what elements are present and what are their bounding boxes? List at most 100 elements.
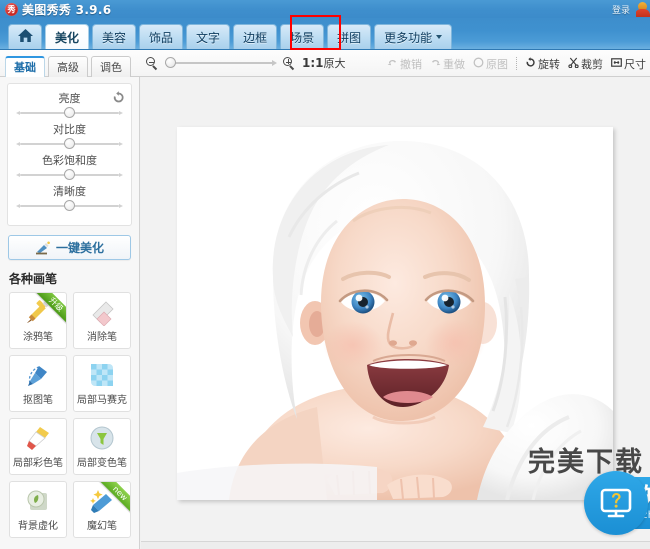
brush-background-blur[interactable]: 背景虚化 <box>9 481 67 538</box>
subtab-label: 高级 <box>57 60 79 74</box>
cutout-pen-icon <box>24 361 52 389</box>
subtab-basic[interactable]: 基础 <box>5 55 45 77</box>
crop-label: 裁剪 <box>581 57 603 71</box>
brush-label: 魔幻笔 <box>87 521 117 532</box>
brush-label: 局部彩色笔 <box>13 458 63 469</box>
slider-handle[interactable] <box>64 107 75 118</box>
original-label: 原图 <box>486 57 508 71</box>
watermark-circle <box>584 471 648 535</box>
rotate-icon <box>525 57 536 70</box>
brush-mosaic[interactable]: 局部马赛克 <box>73 355 131 412</box>
slider-handle[interactable] <box>64 169 75 180</box>
toolbar-separator <box>516 57 517 70</box>
tab-label: 饰品 <box>149 30 174 45</box>
undo-arrow-icon <box>387 57 398 70</box>
tab-frame[interactable]: 边框 <box>233 24 278 49</box>
sub-tab-group: 基础 高级 调色 <box>0 50 134 77</box>
subtab-color-adjust[interactable]: 调色 <box>91 55 131 77</box>
paintbrush-icon <box>24 298 52 326</box>
adjust-slider-card: 亮度 对比度 色彩饱和度 清晰度 <box>7 83 132 226</box>
edit-tool-buttons: 撤销 重做 原图 旋转 裁剪 尺寸 <box>379 50 646 77</box>
tab-text[interactable]: 文字 <box>186 24 231 49</box>
user-avatar-icon[interactable] <box>636 1 650 17</box>
zoom-slider[interactable] <box>165 57 277 69</box>
brightness-slider[interactable] <box>16 107 123 119</box>
brush-label: 局部马赛克 <box>77 395 127 406</box>
brush-label: 背景虚化 <box>18 521 58 532</box>
scissors-icon <box>568 57 579 70</box>
resize-button[interactable]: 尺寸 <box>611 56 646 72</box>
slider-label: 亮度 <box>58 92 81 105</box>
sharpness-slider[interactable] <box>16 200 123 212</box>
undo-label: 撤销 <box>400 57 422 71</box>
crop-button[interactable]: 裁剪 <box>568 56 603 72</box>
redo-label: 重做 <box>443 57 465 71</box>
tab-home[interactable] <box>8 24 42 49</box>
brush-grid: 涂鸦笔 升级 消除笔 抠图笔 局部马赛克 局部彩色笔 局部变色笔 背景虚化 魔幻… <box>0 292 139 538</box>
brush-local-hue[interactable]: 局部变色笔 <box>73 418 131 475</box>
brush-section-title: 各种画笔 <box>9 272 58 286</box>
zoom-out-icon[interactable] <box>146 56 159 70</box>
subtab-label: 基础 <box>14 61 36 74</box>
redo-arrow-icon <box>430 57 441 70</box>
brush-label: 抠图笔 <box>23 395 53 406</box>
brush-doodle[interactable]: 涂鸦笔 升级 <box>9 292 67 349</box>
title-bar-right: 登录 <box>612 0 650 18</box>
slider-row-sharpness: 清晰度 <box>16 185 123 212</box>
subtab-label: 调色 <box>100 60 122 74</box>
login-link[interactable]: 登录 <box>612 3 630 16</box>
rotate-button[interactable]: 旋转 <box>525 56 560 72</box>
resize-label: 尺寸 <box>624 57 646 71</box>
canvas-area[interactable]: 完美下载 知识屋 zhishiwu.com <box>141 77 650 541</box>
tab-label: 更多功能 <box>384 30 433 45</box>
slider-handle[interactable] <box>64 200 75 211</box>
undo-button[interactable]: 撤销 <box>387 56 422 72</box>
slider-label: 清晰度 <box>53 185 86 198</box>
contrast-slider[interactable] <box>16 138 123 150</box>
color-brush-icon <box>24 424 52 452</box>
tab-collage[interactable]: 拼图 <box>327 24 372 49</box>
zoom-level-label: 1:1原大 <box>302 55 346 71</box>
saturation-slider[interactable] <box>16 169 123 181</box>
hue-brush-icon <box>88 424 116 452</box>
tab-label: 文字 <box>196 30 221 45</box>
tab-beautify[interactable]: 美化 <box>45 24 90 49</box>
slider-handle[interactable] <box>64 138 75 149</box>
home-icon <box>17 28 34 46</box>
redo-button[interactable]: 重做 <box>430 56 465 72</box>
brush-local-color[interactable]: 局部彩色笔 <box>9 418 67 475</box>
circle-icon <box>473 57 484 70</box>
zoom-in-icon[interactable] <box>283 56 296 70</box>
zoom-slider-handle[interactable] <box>165 57 176 68</box>
original-button[interactable]: 原图 <box>473 56 508 72</box>
subtab-advanced[interactable]: 高级 <box>48 55 88 77</box>
app-window: 秀 美图秀秀 3.9.6 登录 美化 美容 饰品 文字 边框 场景 拼图 更多功… <box>0 0 650 549</box>
slider-row-saturation: 色彩饱和度 <box>16 154 123 181</box>
rotate-label: 旋转 <box>538 57 560 71</box>
tab-ornament[interactable]: 饰品 <box>139 24 184 49</box>
one-click-beautify-button[interactable]: 一键美化 <box>8 235 131 260</box>
zoom-slider-track <box>165 60 277 66</box>
tab-label: 场景 <box>290 30 315 45</box>
app-title: 美图秀秀 3.9.6 <box>22 2 112 17</box>
brush-label: 消除笔 <box>87 332 117 343</box>
zoom-ratio: 1:1 <box>302 56 324 70</box>
reset-circle-icon[interactable] <box>112 89 125 103</box>
blur-icon <box>24 487 52 515</box>
left-tool-panel: 亮度 对比度 色彩饱和度 清晰度 一键美化 各种画笔 涂鸦笔 升级 消除笔 抠图… <box>0 77 140 549</box>
one-click-beautify-label: 一键美化 <box>55 241 104 255</box>
app-logo-icon: 秀 <box>5 2 18 16</box>
tab-label: 拼图 <box>337 30 362 45</box>
chevron-down-icon <box>436 35 443 39</box>
brush-magic[interactable]: 魔幻笔 new <box>73 481 131 538</box>
brush-eraser[interactable]: 消除笔 <box>73 292 131 349</box>
tab-label: 边框 <box>243 30 268 45</box>
brush-label: 涂鸦笔 <box>23 332 53 343</box>
tab-label: 美化 <box>55 30 80 45</box>
tab-scene[interactable]: 场景 <box>280 24 325 49</box>
tab-beauty[interactable]: 美容 <box>92 24 137 49</box>
tab-more[interactable]: 更多功能 <box>374 24 453 49</box>
brush-cutout[interactable]: 抠图笔 <box>9 355 67 412</box>
status-bar <box>141 541 650 549</box>
zoom-word: 原大 <box>323 57 346 70</box>
